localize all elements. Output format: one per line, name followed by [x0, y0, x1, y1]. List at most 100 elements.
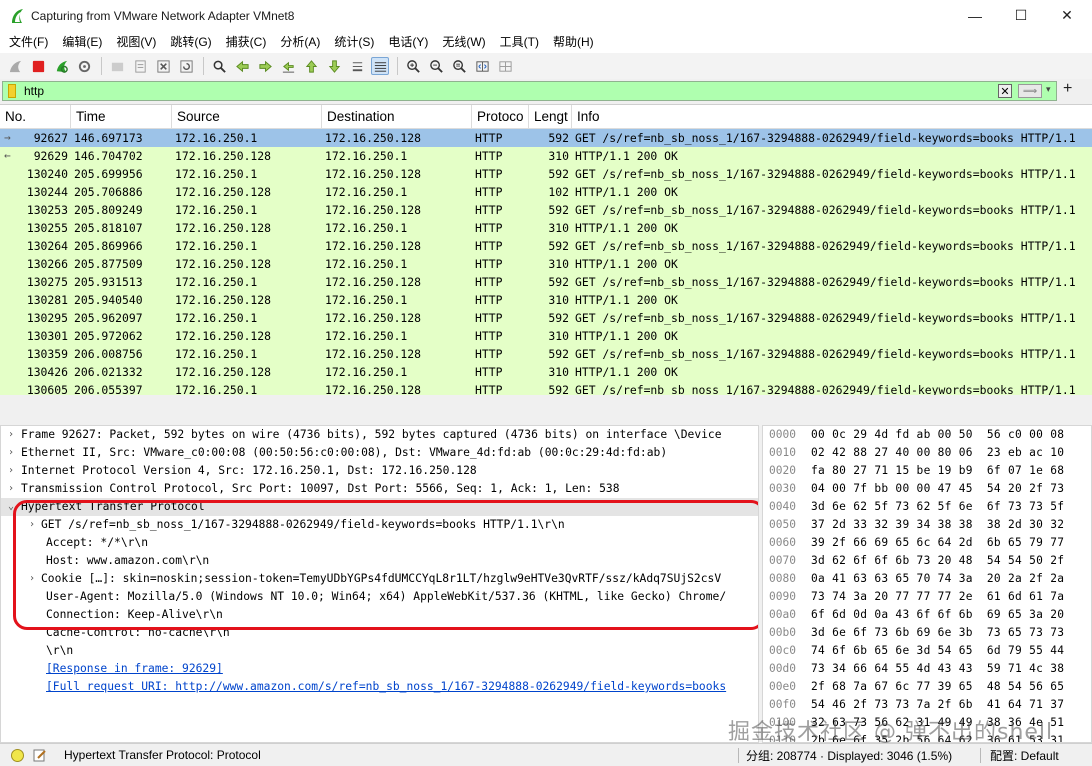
hex-bytes[interactable]: 73 74 3a 20 77 77 77 2e 61 6d 61 7a	[811, 588, 1064, 606]
menu-view[interactable]: 视图(V)	[111, 31, 161, 53]
filter-history-dropdown[interactable]: ▾	[1046, 84, 1051, 95]
hex-bytes[interactable]: 3d 6e 6f 73 6b 69 6e 3b 73 65 73 73	[811, 624, 1064, 642]
packet-row[interactable]: 130281 205.940540 172.16.250.128 172.16.250…	[0, 291, 1092, 309]
menu-go[interactable]: 跳转(G)	[165, 31, 216, 53]
detail-tree-item[interactable]: › Transmission Control Protocol, Src Port…	[1, 480, 758, 498]
detail-tree-item[interactable]: [Response in frame: 92629]	[1, 660, 758, 678]
hex-bytes[interactable]: fa 80 27 71 15 be 19 b9 6f 07 1e 68	[811, 462, 1064, 480]
packet-row[interactable]: 130275 205.931513 172.16.250.1 172.16.250.1…	[0, 273, 1092, 291]
auto-scroll-button[interactable]	[348, 57, 366, 75]
pane-splitter[interactable]	[0, 400, 1092, 425]
packet-details-pane[interactable]: › Frame 92627: Packet, 592 bytes on wire …	[0, 425, 759, 743]
packet-row[interactable]: 130240 205.699956 172.16.250.1 172.16.250.1…	[0, 165, 1092, 183]
go-to-packet-button[interactable]	[279, 57, 297, 75]
packet-row[interactable]: 130359 206.008756 172.16.250.1 172.16.250.1…	[0, 345, 1092, 363]
close-file-button[interactable]	[154, 57, 172, 75]
detail-tree-item[interactable]: [Full request URI: http://www.amazon.com…	[1, 678, 758, 696]
detail-tree-item[interactable]: › Ethernet II, Src: VMware_c0:00:08 (00:5…	[1, 444, 758, 462]
hex-bytes[interactable]: 73 34 66 64 55 4d 43 43 59 71 4c 38	[811, 660, 1064, 678]
packet-row[interactable]: 130301 205.972062 172.16.250.128 172.16.250…	[0, 327, 1092, 345]
colorize-button[interactable]	[371, 57, 389, 75]
restart-capture-button[interactable]	[52, 57, 70, 75]
layout-button[interactable]	[496, 57, 514, 75]
hex-bytes[interactable]: 00 0c 29 4d fd ab 00 50 56 c0 00 08	[811, 426, 1064, 444]
detail-tree-item[interactable]: Host: www.amazon.com\r\n	[1, 552, 758, 570]
hex-bytes[interactable]: 02 42 88 27 40 00 80 06 23 eb ac 10	[811, 444, 1064, 462]
resize-columns-button[interactable]	[473, 57, 491, 75]
column-length[interactable]: Lengt	[529, 105, 572, 129]
maximize-button[interactable]: ☐	[998, 0, 1044, 31]
chevron-right-icon[interactable]: ›	[1, 444, 21, 462]
packet-row[interactable]: 130426 206.021332 172.16.250.128 172.16.250…	[0, 363, 1092, 381]
detail-tree-item[interactable]: Accept: */*\r\n	[1, 534, 758, 552]
hex-bytes[interactable]: 04 00 7f bb 00 00 47 45 54 20 2f 73	[811, 480, 1064, 498]
detail-tree-item[interactable]: › Frame 92627: Packet, 592 bytes on wire …	[1, 426, 758, 444]
chevron-right-icon[interactable]: ›	[1, 480, 21, 498]
chevron-right-icon[interactable]: ›	[1, 570, 41, 588]
detail-tree-item[interactable]: › Cookie […]: skin=noskin;session-token=T…	[1, 570, 758, 588]
last-packet-button[interactable]	[325, 57, 343, 75]
detail-link[interactable]: [Response in frame: 92629]	[46, 660, 223, 678]
close-button[interactable]: ✕	[1044, 0, 1090, 31]
bookmark-icon[interactable]	[8, 84, 16, 98]
packet-row[interactable]: ← 92629 146.704702 172.16.250.128 172.16.250…	[0, 147, 1092, 165]
menu-wireless[interactable]: 无线(W)	[437, 31, 490, 53]
column-protocol[interactable]: Protoco	[472, 105, 529, 129]
hex-bytes[interactable]: 54 46 2f 73 73 7a 2f 6b 41 64 71 37	[811, 696, 1064, 714]
hex-bytes[interactable]: 39 2f 66 69 65 6c 64 2d 6b 65 79 77	[811, 534, 1064, 552]
apply-filter-button[interactable]: ⟹	[1018, 84, 1042, 98]
hex-bytes[interactable]: 3d 62 6f 6f 6b 73 20 48 54 54 50 2f	[811, 552, 1064, 570]
hex-bytes[interactable]: 6f 6d 0d 0a 43 6f 6f 6b 69 65 3a 20	[811, 606, 1064, 624]
detail-tree-item[interactable]: \r\n	[1, 642, 758, 660]
column-no[interactable]: No.	[0, 105, 71, 129]
clear-filter-button[interactable]: ✕	[998, 84, 1012, 98]
column-info[interactable]: Info	[572, 105, 1092, 129]
hex-bytes[interactable]: 0a 41 63 63 65 70 74 3a 20 2a 2f 2a	[811, 570, 1064, 588]
start-capture-button[interactable]	[6, 57, 24, 75]
zoom-out-button[interactable]	[427, 57, 445, 75]
chevron-down-icon[interactable]: ⌄	[1, 498, 21, 516]
detail-tree-item[interactable]: Connection: Keep-Alive\r\n	[1, 606, 758, 624]
detail-link[interactable]: [Full request URI: http://www.amazon.com…	[46, 678, 726, 696]
detail-tree-item[interactable]: › Internet Protocol Version 4, Src: 172.1…	[1, 462, 758, 480]
packet-row[interactable]: 130266 205.877509 172.16.250.128 172.16.250…	[0, 255, 1092, 273]
menu-telephony[interactable]: 电话(Y)	[383, 31, 433, 53]
minimize-button[interactable]: —	[952, 0, 998, 31]
packet-row[interactable]: → 92627 146.697173 172.16.250.1 172.16.250.1…	[0, 129, 1092, 147]
packet-row[interactable]: 130264 205.869966 172.16.250.1 172.16.250.1…	[0, 237, 1092, 255]
expert-info-led-icon[interactable]	[11, 748, 24, 762]
menu-capture[interactable]: 捕获(C)	[221, 31, 272, 53]
chevron-right-icon[interactable]: ›	[1, 516, 41, 534]
hex-bytes[interactable]: 2f 68 7a 67 6c 77 39 65 48 54 56 65	[811, 678, 1064, 696]
find-packet-button[interactable]	[210, 57, 228, 75]
go-forward-button[interactable]	[256, 57, 274, 75]
menu-tools[interactable]: 工具(T)	[495, 31, 544, 53]
packet-row[interactable]: 130295 205.962097 172.16.250.1 172.16.250.1…	[0, 309, 1092, 327]
column-destination[interactable]: Destination	[322, 105, 472, 129]
detail-tree-item[interactable]: ⌄ Hypertext Transfer Protocol	[1, 498, 758, 516]
capture-comment-icon[interactable]	[33, 748, 47, 762]
packet-row[interactable]: 130255 205.818107 172.16.250.128 172.16.250…	[0, 219, 1092, 237]
capture-options-button[interactable]	[75, 57, 93, 75]
chevron-right-icon[interactable]: ›	[1, 462, 21, 480]
column-source[interactable]: Source	[172, 105, 322, 129]
first-packet-button[interactable]	[302, 57, 320, 75]
menu-statistics[interactable]: 统计(S)	[329, 31, 379, 53]
normal-size-button[interactable]	[450, 57, 468, 75]
hex-bytes[interactable]: 74 6f 6b 65 6e 3d 54 65 6d 79 55 44	[811, 642, 1064, 660]
packet-row[interactable]: 130253 205.809249 172.16.250.1 172.16.250.1…	[0, 201, 1092, 219]
menu-analyze[interactable]: 分析(A)	[275, 31, 325, 53]
open-file-button[interactable]	[108, 57, 126, 75]
detail-tree-item[interactable]: User-Agent: Mozilla/5.0 (Windows NT 10.0…	[1, 588, 758, 606]
packet-bytes-pane[interactable]: 0000 00 0c 29 4d fd ab 00 50 56 c0 00 08 0…	[762, 425, 1092, 743]
reload-file-button[interactable]	[177, 57, 195, 75]
hex-bytes[interactable]: 3d 6e 62 5f 73 62 5f 6e 6f 73 73 5f	[811, 498, 1064, 516]
status-profile[interactable]: 配置: Default	[990, 747, 1059, 764]
column-time[interactable]: Time	[71, 105, 172, 129]
save-file-button[interactable]	[131, 57, 149, 75]
display-filter-input[interactable]	[24, 84, 984, 98]
detail-tree-item[interactable]: › GET /s/ref=nb_sb_noss_1/167-3294888-026…	[1, 516, 758, 534]
menu-file[interactable]: 文件(F)	[4, 31, 53, 53]
detail-tree-item[interactable]: Cache-Control: no-cache\r\n	[1, 624, 758, 642]
packet-list[interactable]: No. Time Source Destination Protoco Leng…	[0, 104, 1092, 400]
